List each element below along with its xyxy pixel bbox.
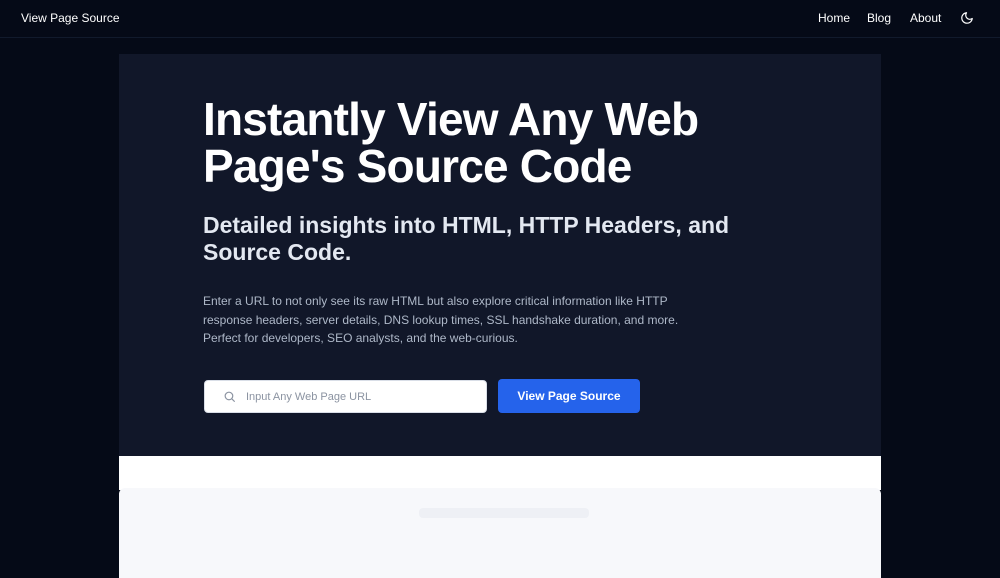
results-placeholder: [419, 508, 589, 518]
results-panel: [119, 488, 881, 578]
content-divider: [119, 456, 881, 490]
nav-home-link[interactable]: Home: [818, 11, 850, 25]
moon-icon: [961, 12, 973, 24]
nav-about-link[interactable]: About: [910, 11, 941, 25]
theme-toggle-button[interactable]: [960, 11, 974, 25]
url-search-box: [204, 380, 487, 413]
nav-blog-link[interactable]: Blog: [867, 11, 891, 25]
hero-section: Instantly View Any Web Page's Source Cod…: [119, 54, 881, 456]
brand-link[interactable]: View Page Source: [21, 11, 120, 25]
hero-headline: Instantly View Any Web Page's Source Cod…: [203, 93, 699, 192]
view-page-source-button[interactable]: View Page Source: [498, 379, 640, 413]
hero-description: Enter a URL to not only see its raw HTML…: [203, 294, 679, 345]
url-input[interactable]: [246, 381, 478, 412]
search-icon: [224, 391, 235, 402]
hero-subheadline: Detailed insights into HTML, HTTP Header…: [203, 212, 730, 265]
top-navbar: View Page Source Home Blog About: [0, 0, 1000, 38]
